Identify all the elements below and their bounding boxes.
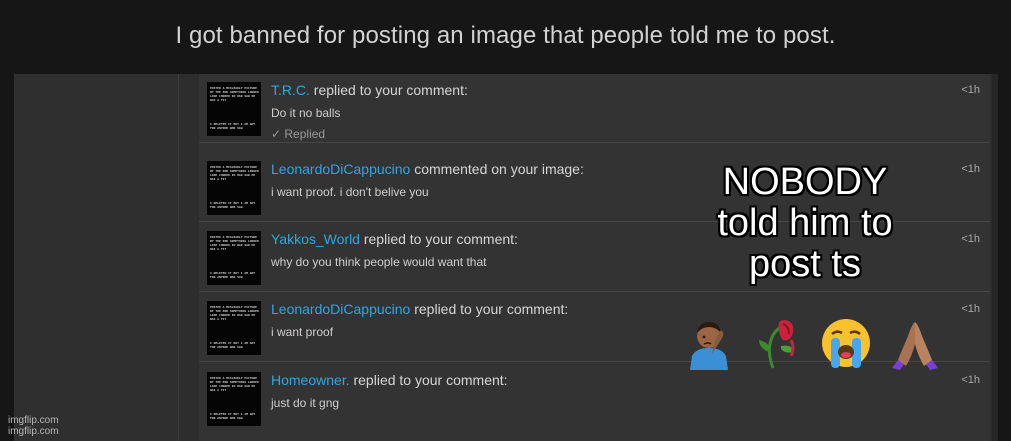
thumbnail-bottom-text: I DELETED IT BUT I AM ANY FOR ANYONE WHO… (210, 271, 256, 279)
scrollbar[interactable] (992, 74, 998, 441)
notification-action: replied to your comment: (363, 231, 518, 247)
notification-time: <1h (961, 374, 980, 386)
post-thumbnail[interactable]: POSTED A MISLEADLY PICTURE BY THE END SO… (207, 82, 261, 136)
meme-title: I got banned for posting an image that p… (175, 22, 836, 49)
notification-comment: why do you think people would want that (271, 255, 487, 269)
notification-action: replied to your comment: (353, 372, 508, 388)
watermark-line-1: imgflip.com (8, 415, 59, 426)
notification-comment: i want proof. i don't belive you (271, 185, 429, 199)
notification-time: <1h (961, 84, 980, 96)
notification-username[interactable]: Homeowner. (271, 372, 350, 388)
notification-time: <1h (961, 303, 980, 315)
thumbnail-bottom-text: I DELETED IT BUT I AM ANY FOR ANYONE WHO… (210, 412, 256, 420)
column-divider (178, 74, 179, 441)
thumbnail-top-text: POSTED A MISLEADLY PICTURE BY THE END SO… (210, 86, 259, 102)
caption-line-2: told him to (717, 202, 893, 244)
left-gutter (14, 74, 178, 441)
face-palm-person-icon (690, 322, 728, 370)
notification-headline: LeonardoDiCappucino replied to your comm… (271, 301, 568, 317)
notification-action: replied to your comment: (313, 82, 468, 98)
post-thumbnail[interactable]: POSTED A MISLEADLY PICTURE BY THE END SO… (207, 372, 261, 426)
thumbnail-top-text: POSTED A MISLEADLY PICTURE BY THE END SO… (210, 235, 259, 251)
notification-headline: Homeowner. replied to your comment: (271, 372, 508, 388)
imgflip-watermark: imgflip.com imgflip.com (8, 415, 59, 437)
thumbnail-top-text: POSTED A MISLEADLY PICTURE BY THE END SO… (210, 305, 259, 321)
wilted-rose-icon (758, 320, 795, 369)
notification-time: <1h (961, 233, 980, 245)
notification-action: commented on your image: (414, 161, 584, 177)
post-thumbnail[interactable]: POSTED A MISLEADLY PICTURE BY THE END SO… (207, 301, 261, 355)
notification-headline: T.R.C. replied to your comment: (271, 82, 468, 98)
thumbnail-top-text: POSTED A MISLEADLY PICTURE BY THE END SO… (210, 376, 259, 392)
meme-title-bar: I got banned for posting an image that p… (0, 0, 1011, 72)
caption-line-3: post ts (749, 243, 861, 285)
watermark-line-2: imgflip.com (8, 426, 59, 437)
emoji-row (682, 316, 942, 370)
notification-headline: Yakkos_World replied to your comment: (271, 231, 518, 247)
notification-username[interactable]: Yakkos_World (271, 231, 360, 247)
notification-item[interactable]: POSTED A MISLEADLY PICTURE BY THE END SO… (199, 74, 990, 143)
thumbnail-top-text: POSTED A MISLEADLY PICTURE BY THE END SO… (210, 165, 259, 181)
caption-line-1: NOBODY (722, 161, 888, 203)
notification-action: replied to your comment: (414, 301, 569, 317)
thumbnail-bottom-text: I DELETED IT BUT I AM ANY FOR ANYONE WHO… (210, 122, 256, 130)
notification-comment: i want proof (271, 325, 334, 339)
notification-username[interactable]: T.R.C. (271, 82, 310, 98)
notification-comment: Do it no balls (271, 106, 341, 120)
notification-comment: just do it gng (271, 396, 340, 410)
meme-caption: NOBODY told him to post ts (680, 162, 930, 285)
thumbnail-bottom-text: I DELETED IT BUT I AM ANY FOR ANYONE WHO… (210, 341, 256, 349)
notification-username[interactable]: LeonardoDiCappucino (271, 161, 410, 177)
folded-hands-icon (891, 322, 938, 370)
notification-headline: LeonardoDiCappucino commented on your im… (271, 161, 584, 177)
thumbnail-bottom-text: I DELETED IT BUT I AM ANY FOR ANYONE WHO… (210, 201, 256, 209)
notification-item[interactable]: POSTED A MISLEADLY PICTURE BY THE END SO… (199, 364, 990, 432)
post-thumbnail[interactable]: POSTED A MISLEADLY PICTURE BY THE END SO… (207, 161, 261, 215)
loudly-crying-face-icon (822, 319, 871, 368)
post-thumbnail[interactable]: POSTED A MISLEADLY PICTURE BY THE END SO… (207, 231, 261, 285)
notification-time: <1h (961, 163, 980, 175)
replied-status: ✓ Replied (271, 127, 326, 141)
notification-username[interactable]: LeonardoDiCappucino (271, 301, 410, 317)
